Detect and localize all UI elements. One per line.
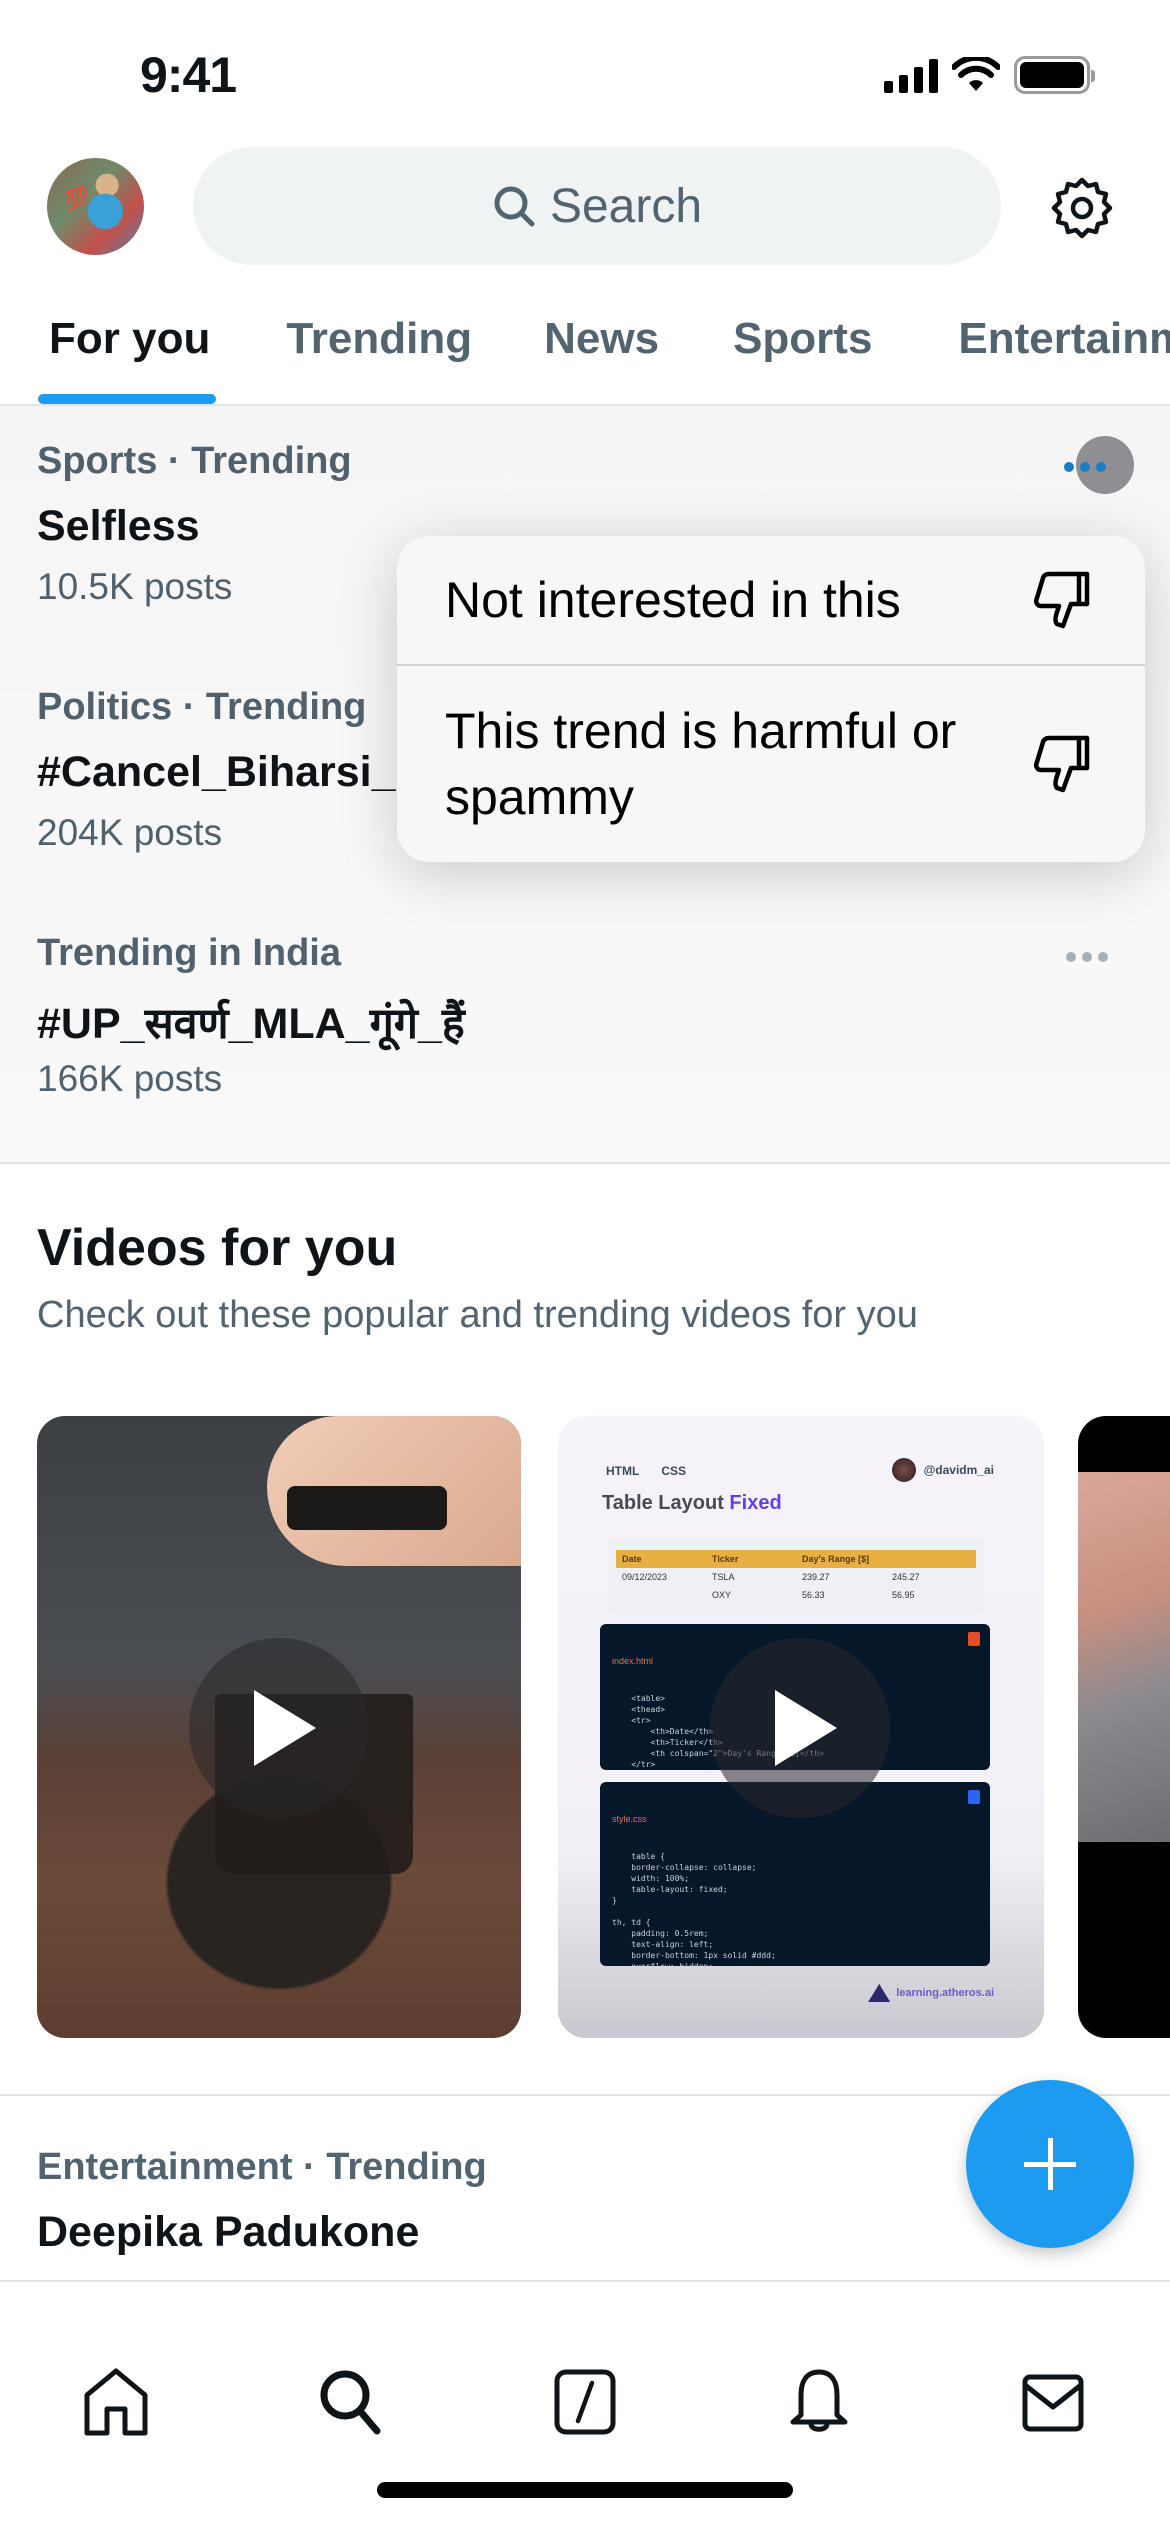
section-divider: [0, 1162, 1170, 1164]
tab-trending[interactable]: Trending: [286, 300, 472, 404]
search-placeholder: Search: [549, 179, 703, 233]
videos-section-title: Videos for you: [37, 1219, 398, 1277]
video-thumbnail: [1078, 1472, 1170, 1842]
nav-search[interactable]: [310, 2362, 390, 2442]
code-text: table { border-collapse: collapse; width…: [612, 1852, 776, 1966]
tab-for-you[interactable]: For you: [49, 300, 210, 404]
search-icon: [320, 2370, 381, 2435]
td: [622, 1590, 712, 1600]
trend-count: 10.5K posts: [37, 566, 233, 607]
active-tab-indicator: [38, 394, 216, 404]
tag-html: HTML: [606, 1464, 640, 1478]
profile-avatar[interactable]: 💯: [47, 158, 144, 255]
td: 09/12/2023: [622, 1572, 668, 1582]
card-author: @davidm_ai: [891, 1458, 994, 1482]
brand-name: learning.atheros.ai: [896, 1987, 994, 1999]
trend-name: #UP_सवर्ण_MLA_गूंगे_हैं: [37, 1000, 465, 1048]
play-icon: [254, 1690, 316, 1766]
th: Date: [622, 1554, 642, 1564]
menu-item-not-interested[interactable]: Not interested in this: [397, 536, 1145, 666]
thumbs-down-icon: [1033, 571, 1090, 629]
trend-name: Selfless: [37, 502, 200, 550]
card-tags: HTML CSS: [606, 1464, 686, 1478]
nav-messages[interactable]: [1013, 2362, 1093, 2442]
wifi-icon: [952, 57, 1000, 91]
trend-count: 204K posts: [37, 812, 223, 853]
menu-item-label: Not interested in this: [445, 572, 901, 628]
card-title-main: Table Layout: [602, 1492, 730, 1514]
video-card[interactable]: HTML CSS @davidm_ai Table Layout Fixed D…: [558, 1416, 1044, 2038]
status-time: 9:41: [140, 47, 237, 103]
plus-icon: [1024, 2138, 1076, 2190]
gear-icon[interactable]: [1050, 176, 1114, 240]
trend-meta: Trending in India: [37, 932, 341, 974]
td: TSLA: [712, 1572, 735, 1582]
nav-grok[interactable]: [545, 2362, 625, 2442]
html5-icon: [968, 1632, 980, 1646]
home-indicator: [377, 2482, 793, 2498]
tag-css: CSS: [661, 1464, 687, 1478]
nav-notifications[interactable]: [779, 2362, 859, 2442]
video-thumbnail-bottle: [287, 1486, 447, 1530]
author-handle: @davidm_ai: [923, 1463, 994, 1477]
tab-bar: For you Trending News Sports Entertainme…: [0, 300, 1170, 404]
th: [892, 1554, 982, 1564]
more-dots-icon: [1064, 462, 1106, 472]
tab-news[interactable]: News: [544, 300, 659, 404]
videos-section-subtitle: Check out these popular and trending vid…: [37, 1294, 918, 1336]
mini-table-row: OXY 56.33 56.95: [616, 1586, 976, 1604]
tab-sports[interactable]: Sports: [733, 300, 872, 404]
td: 245.27: [892, 1572, 920, 1582]
mail-icon: [1022, 2374, 1084, 2432]
play-button[interactable]: [710, 1638, 890, 1818]
menu-item-harmful[interactable]: This trend is harmful or spammy: [397, 666, 1145, 862]
tab-entertainment[interactable]: Entertainment: [958, 300, 1170, 404]
mini-table-header: Date Ticker Day's Range [$]: [616, 1550, 976, 1568]
signal-icon: [884, 57, 938, 93]
compose-fab-button[interactable]: [966, 2080, 1134, 2248]
mini-table-row: 09/12/2023 TSLA 239.27 245.27: [616, 1568, 976, 1586]
nav-home[interactable]: [76, 2362, 156, 2442]
play-icon: [775, 1690, 837, 1766]
td: 239.27: [802, 1572, 830, 1582]
grok-icon: [554, 2369, 616, 2435]
menu-item-label: This trend is harmful or spammy: [445, 703, 957, 825]
video-card[interactable]: [1078, 1416, 1170, 2038]
battery-icon: [1014, 56, 1095, 94]
trend-meta: Entertainment · Trending: [37, 2146, 487, 2188]
home-icon: [84, 2368, 148, 2436]
trend-name: #Cancel_Biharsi_1: [37, 748, 420, 796]
bell-icon: [790, 2369, 848, 2432]
context-menu: Not interested in this This trend is har…: [397, 536, 1145, 862]
trend-name: Deepika Padukone: [37, 2208, 420, 2256]
atheros-logo-icon: [868, 1984, 891, 2002]
card-title-accent: Fixed: [729, 1492, 782, 1514]
trend-meta: Politics · Trending: [37, 686, 367, 728]
more-options-button[interactable]: [1066, 952, 1108, 962]
th: Ticker: [712, 1554, 739, 1564]
td: 56.33: [802, 1590, 825, 1600]
trend-count: 166K posts: [37, 1058, 223, 1099]
trend-meta: Sports · Trending: [37, 440, 352, 482]
card-title: Table Layout Fixed: [602, 1492, 782, 1515]
th: Day's Range [$]: [802, 1554, 870, 1564]
td: OXY: [712, 1590, 732, 1600]
search-input[interactable]: Search: [193, 147, 1001, 265]
thumbs-down-icon: [1033, 735, 1090, 793]
td: 56.95: [892, 1590, 915, 1600]
brand-watermark: learning.atheros.ai: [868, 1984, 994, 2002]
author-avatar: [891, 1458, 916, 1482]
search-icon: [494, 186, 535, 227]
trend-item[interactable]: Trending in India #UP_सवर्ण_MLA_गूंगे_है…: [0, 898, 1170, 1162]
css3-icon: [968, 1790, 980, 1804]
play-button[interactable]: [189, 1638, 369, 1818]
mini-table: Date Ticker Day's Range [$] 09/12/2023 T…: [608, 1538, 984, 1616]
video-card[interactable]: [37, 1416, 521, 2038]
avatar-badge: 💯: [62, 185, 93, 213]
status-icons: [884, 56, 1095, 94]
